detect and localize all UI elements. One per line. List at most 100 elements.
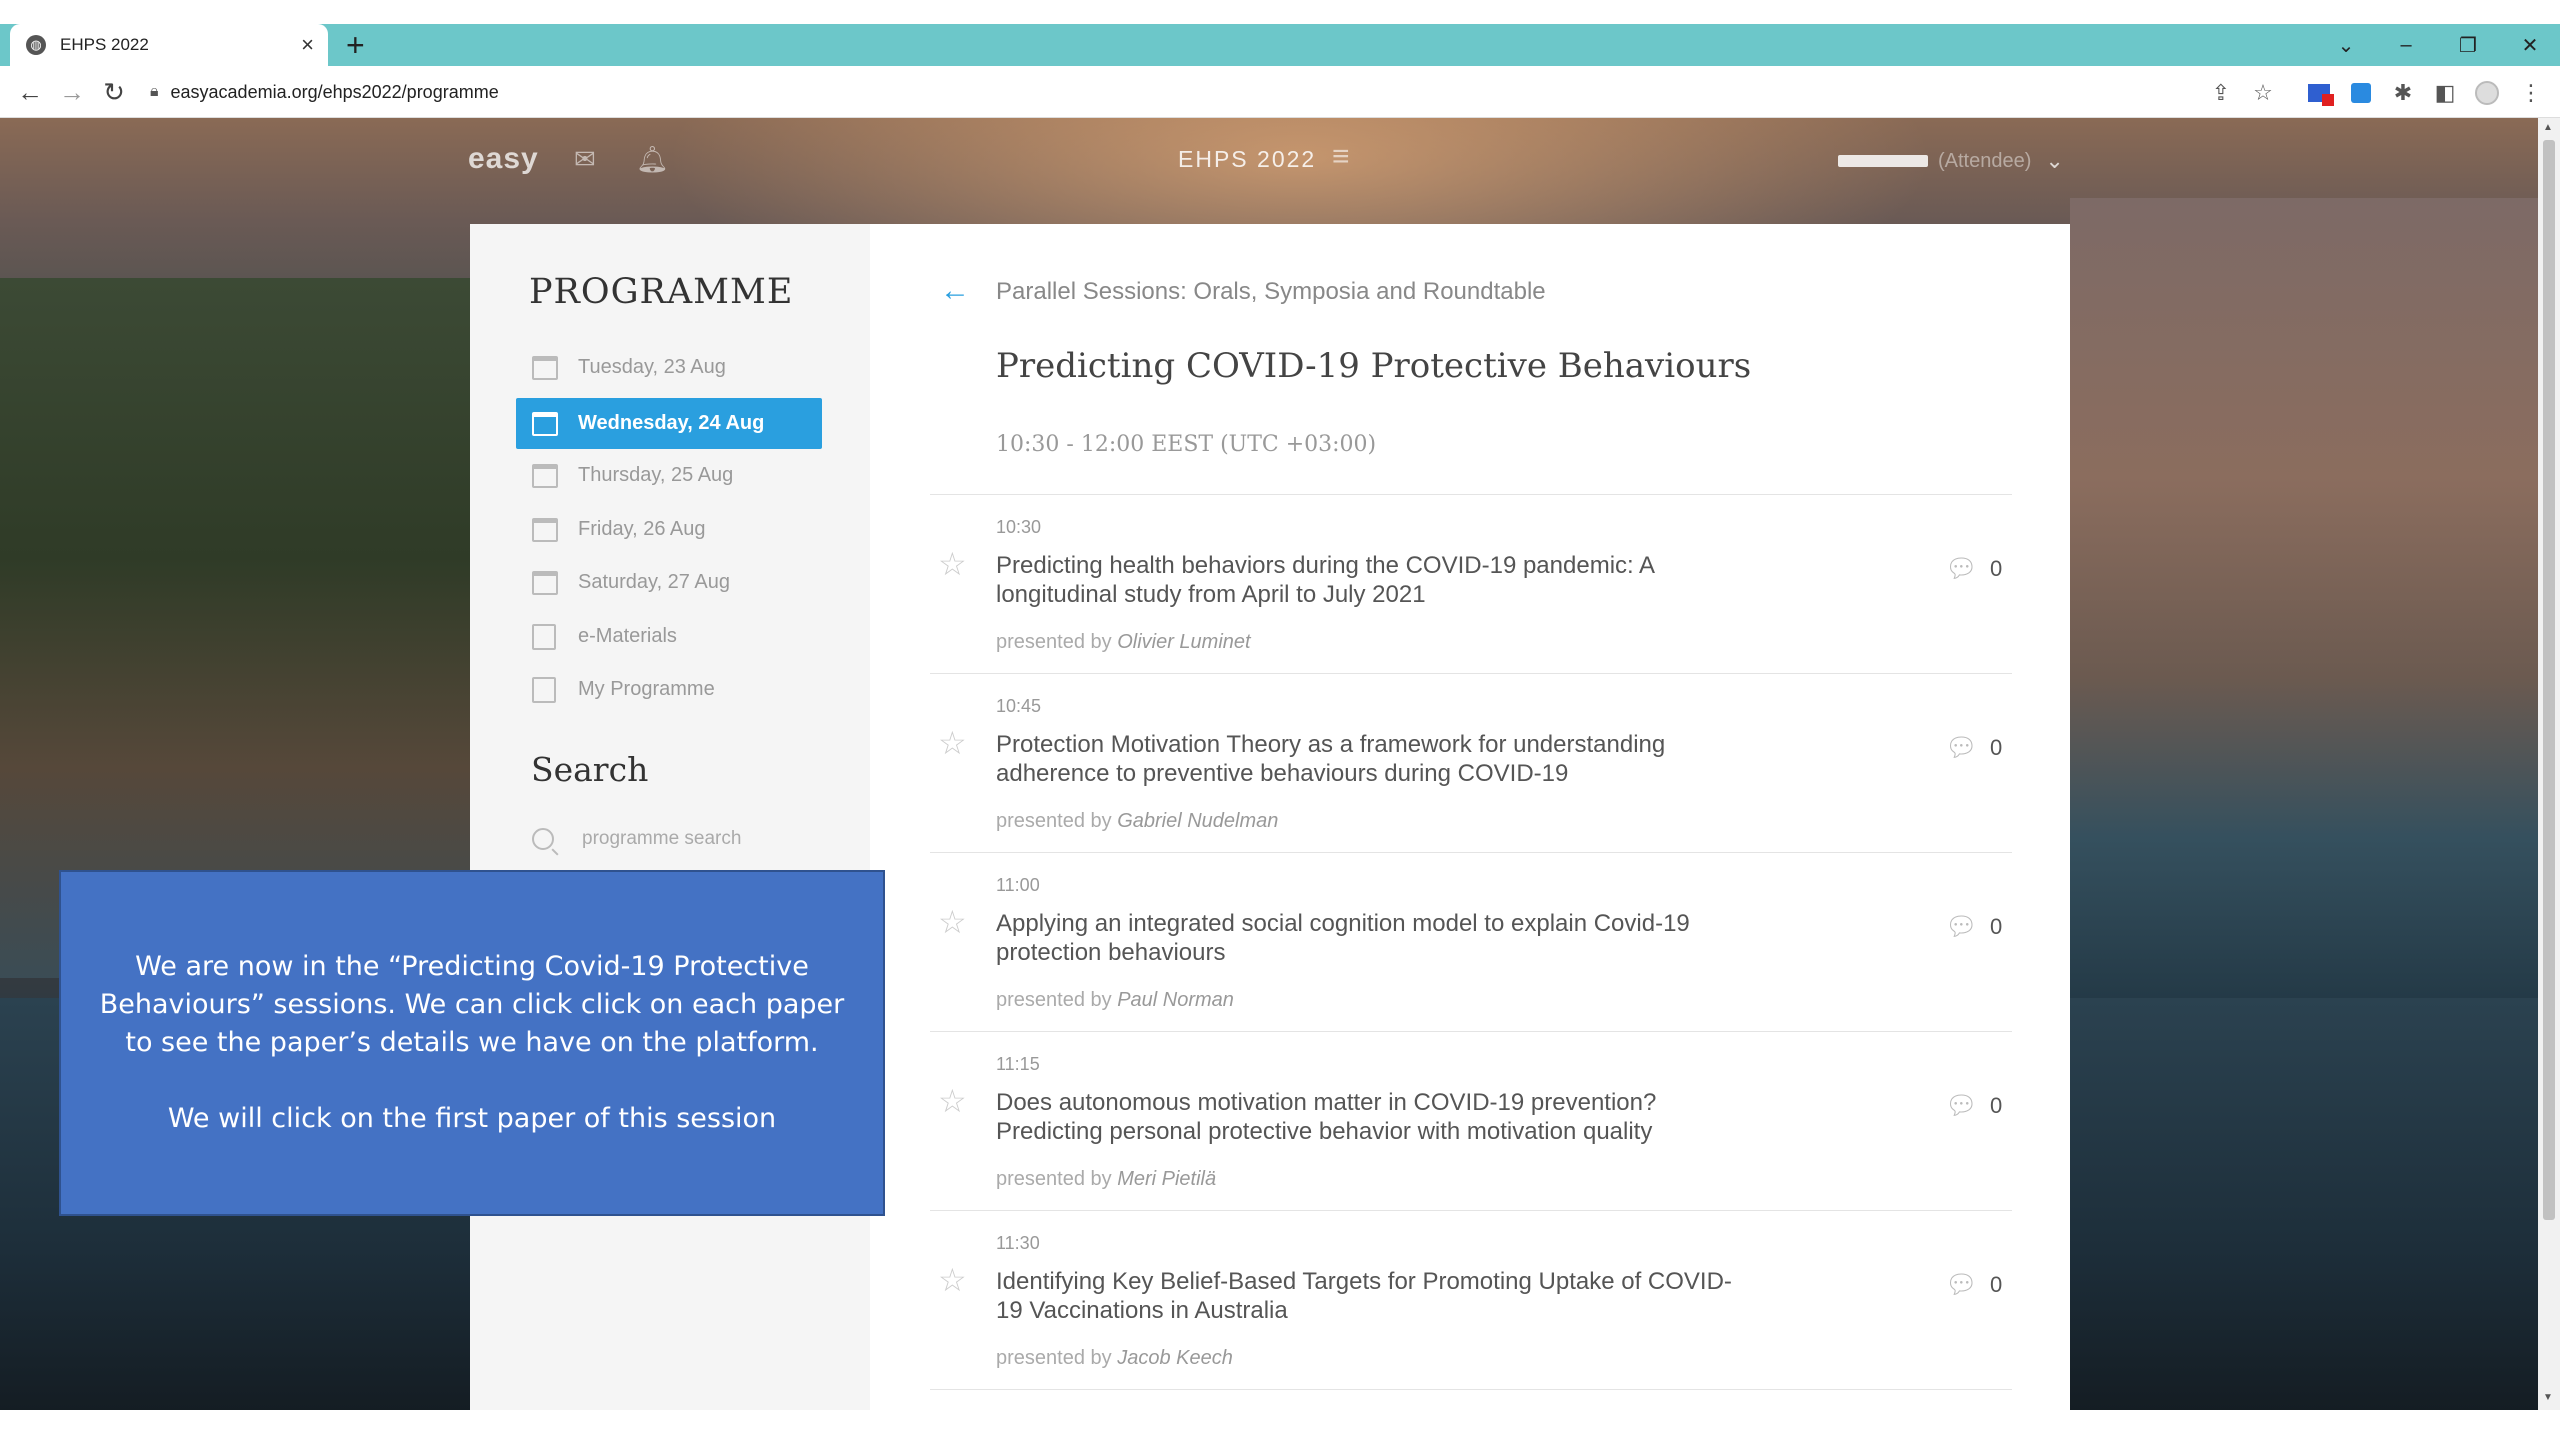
tab-strip: ◍ EHPS 2022 × + ⌄ – ❐ ✕ bbox=[0, 24, 2560, 66]
kebab-icon[interactable]: ⋮ bbox=[2516, 78, 2546, 108]
sidebar-day-label: Thursday, 25 Aug bbox=[578, 464, 734, 486]
bell-icon[interactable]: 🔔︎ bbox=[636, 144, 669, 175]
sidebar-day-friday[interactable]: Friday, 26 Aug bbox=[516, 504, 822, 555]
search-icon bbox=[532, 828, 554, 850]
paper-item[interactable]: ☆ 11:30 Identifying Key Belief-Based Tar… bbox=[930, 1211, 2012, 1390]
paper-time: 11:00 bbox=[996, 875, 1040, 895]
sidebar-day-label: Friday, 26 Aug bbox=[578, 518, 706, 540]
profile-icon[interactable] bbox=[2472, 78, 2502, 108]
envelope-icon[interactable]: ✉ bbox=[574, 144, 596, 175]
paper-title[interactable]: Identifying Key Belief-Based Targets for… bbox=[996, 1267, 1756, 1325]
address-bar[interactable]: 🔒︎ easyacademia.org/ehps2022/programme bbox=[150, 74, 2200, 110]
session-title: Predicting COVID-19 Protective Behaviour… bbox=[996, 346, 1752, 386]
paper-title[interactable]: Protection Motivation Theory as a framew… bbox=[996, 730, 1756, 788]
paper-item[interactable]: ☆ 10:45 Protection Motivation Theory as … bbox=[930, 674, 2012, 853]
comment-count[interactable]: 💬︎ 0 bbox=[1945, 1269, 2002, 1300]
comment-icon: 💬︎ bbox=[1945, 553, 1979, 583]
scroll-down-icon[interactable]: ▼ bbox=[2543, 1392, 2553, 1403]
paper-item[interactable]: ☆ 11:15 Does autonomous motivation matte… bbox=[930, 1032, 2012, 1211]
hamburger-icon[interactable]: ≡ bbox=[1332, 140, 1350, 174]
comment-icon: 💬︎ bbox=[1945, 911, 1979, 941]
browser-tab[interactable]: ◍ EHPS 2022 × bbox=[10, 24, 328, 66]
side-panel-icon[interactable]: ◧ bbox=[2430, 78, 2460, 108]
star-outline-icon[interactable]: ☆ bbox=[938, 1082, 967, 1120]
paper-item[interactable]: ☆ 10:30 Predicting health behaviors duri… bbox=[930, 495, 2012, 674]
comment-count[interactable]: 💬︎ 0 bbox=[1945, 911, 2002, 942]
paper-time: 11:30 bbox=[996, 1233, 1040, 1253]
user-menu[interactable]: (Attendee) ⌄ bbox=[1838, 148, 2064, 174]
scroll-up-icon[interactable]: ▲ bbox=[2543, 122, 2553, 133]
paper-time: 10:45 bbox=[996, 696, 1042, 716]
sidebar-day-label: Saturday, 27 Aug bbox=[578, 571, 730, 593]
user-role: (Attendee) bbox=[1938, 149, 2032, 172]
page-scrollbar[interactable]: ▲ ▼ bbox=[2538, 118, 2560, 1410]
new-tab-button[interactable]: + bbox=[346, 28, 365, 62]
comment-count[interactable]: 💬︎ 0 bbox=[1945, 732, 2002, 763]
document-icon bbox=[532, 623, 556, 650]
calendar-icon bbox=[532, 411, 558, 436]
paper-title[interactable]: Does autonomous motivation matter in COV… bbox=[996, 1088, 1756, 1146]
search-input[interactable]: programme search bbox=[532, 828, 741, 850]
star-outline-icon[interactable]: ☆ bbox=[938, 1261, 967, 1299]
paper-title[interactable]: Applying an integrated social cognition … bbox=[996, 909, 1756, 967]
arrow-right-icon[interactable]: → bbox=[54, 76, 90, 108]
comment-icon: 💬︎ bbox=[1945, 1269, 1979, 1299]
paper-title[interactable]: Predicting health behaviors during the C… bbox=[996, 551, 1756, 609]
sidebar-item-label: e-Materials bbox=[578, 625, 677, 647]
star-outline-icon[interactable]: ☆ bbox=[938, 903, 967, 941]
star-icon[interactable]: ☆ bbox=[2248, 78, 2278, 108]
share-icon[interactable]: ⇪ bbox=[2206, 78, 2236, 108]
puzzle-icon[interactable]: ✱ bbox=[2388, 78, 2418, 108]
minimize-button[interactable]: – bbox=[2376, 24, 2436, 66]
globe-icon: ◍ bbox=[26, 35, 46, 55]
calendar-icon bbox=[532, 570, 558, 595]
paper-presenter: presented by Gabriel Nudelman bbox=[996, 810, 1279, 832]
comment-count[interactable]: 💬︎ 0 bbox=[1945, 553, 2002, 584]
app-header: easy ✉ 🔔︎ EHPS 2022 ≡ (Attendee) ⌄ bbox=[0, 118, 2538, 224]
search-placeholder: programme search bbox=[582, 828, 742, 849]
sidebar-day-label: Tuesday, 23 Aug bbox=[578, 356, 726, 378]
sidebar-item-ematerials[interactable]: e-Materials bbox=[516, 611, 822, 662]
browser-toolbar: ← → ↻ 🔒︎ easyacademia.org/ehps2022/progr… bbox=[0, 66, 2560, 118]
tab-search-chevron-icon[interactable]: ⌄ bbox=[2316, 24, 2376, 66]
event-title[interactable]: EHPS 2022 bbox=[1178, 146, 1316, 173]
extension-blue-icon[interactable] bbox=[2346, 78, 2376, 108]
reload-icon[interactable]: ↻ bbox=[96, 76, 132, 108]
callout-text: We will click on the first paper of this… bbox=[167, 1103, 777, 1134]
comment-icon: 💬︎ bbox=[1945, 1090, 1979, 1120]
breadcrumb[interactable]: Parallel Sessions: Orals, Symposia and R… bbox=[996, 278, 1546, 306]
programme-card: PROGRAMME Tuesday, 23 Aug Wednesday, 24 … bbox=[470, 224, 2070, 1410]
arrow-left-icon[interactable]: ← bbox=[940, 274, 970, 308]
window-frame-bottom bbox=[0, 1410, 2560, 1440]
close-window-button[interactable]: ✕ bbox=[2500, 24, 2560, 66]
paper-presenter: presented by Jacob Keech bbox=[996, 1347, 1233, 1369]
extension-red-icon[interactable] bbox=[2304, 78, 2334, 108]
scrollbar-thumb[interactable] bbox=[2543, 140, 2555, 1220]
sidebar-day-saturday[interactable]: Saturday, 27 Aug bbox=[516, 557, 822, 608]
tab-title: EHPS 2022 bbox=[60, 35, 149, 54]
window-frame-top bbox=[0, 0, 2560, 24]
sidebar-day-thursday[interactable]: Thursday, 25 Aug bbox=[516, 450, 822, 501]
sidebar-day-wednesday[interactable]: Wednesday, 24 Aug bbox=[516, 398, 822, 449]
session-time: 10:30 - 12:00 EEST (UTC +03:00) bbox=[996, 432, 1377, 457]
restore-button[interactable]: ❐ bbox=[2438, 24, 2498, 66]
paper-presenter: presented by Meri Pietilä bbox=[996, 1168, 1217, 1190]
tab-close-icon[interactable]: × bbox=[301, 32, 314, 58]
easy-logo[interactable]: easy bbox=[468, 142, 539, 176]
comment-icon: 💬︎ bbox=[1945, 732, 1979, 762]
chevron-down-icon[interactable]: ⌄ bbox=[2045, 148, 2063, 174]
paper-item[interactable]: ☆ 11:00 Applying an integrated social co… bbox=[930, 853, 2012, 1032]
sidebar-item-my-programme[interactable]: My Programme bbox=[516, 664, 822, 715]
star-outline-icon[interactable]: ☆ bbox=[938, 545, 967, 583]
calendar-icon bbox=[532, 463, 558, 488]
lock-icon[interactable]: 🔒︎ bbox=[150, 83, 159, 101]
star-outline-icon[interactable]: ☆ bbox=[938, 724, 967, 762]
sidebar-day-label: Wednesday, 24 Aug bbox=[578, 412, 765, 434]
paper-time: 11:15 bbox=[996, 1054, 1040, 1074]
tutorial-callout: We are now in the “Predicting Covid-19 P… bbox=[59, 870, 885, 1216]
comment-count[interactable]: 💬︎ 0 bbox=[1945, 1090, 2002, 1121]
session-detail: ← Parallel Sessions: Orals, Symposia and… bbox=[870, 224, 2070, 1410]
url-text[interactable]: easyacademia.org/ehps2022/programme bbox=[171, 82, 499, 103]
sidebar-day-tuesday[interactable]: Tuesday, 23 Aug bbox=[516, 342, 822, 393]
arrow-left-icon[interactable]: ← bbox=[12, 76, 48, 108]
